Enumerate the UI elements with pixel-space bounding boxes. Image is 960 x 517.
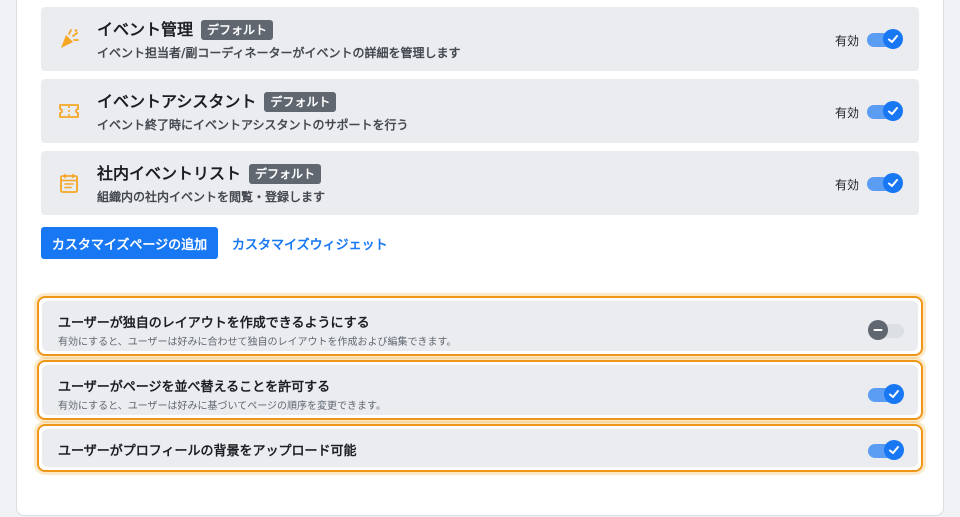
setting-reorder-pages: ユーザーがページを並べ替えることを許可する 有効にすると、ユーザーは好みに基づい… bbox=[37, 360, 923, 420]
reorder-pages-toggle[interactable] bbox=[868, 383, 904, 405]
app-title: イベントアシスタント bbox=[97, 92, 257, 111]
setting-title: ユーザーがプロフィールの背景をアップロード可能 bbox=[58, 444, 357, 459]
ticket-icon bbox=[58, 100, 80, 122]
app-enabled-toggle[interactable] bbox=[867, 28, 903, 50]
setting-title: ユーザーがページを並べ替えることを許可する bbox=[58, 380, 331, 395]
app-description: イベント終了時にイベントアシスタントのサポートを行う bbox=[97, 118, 409, 132]
setting-custom-layout: ユーザーが独自のレイアウトを作成できるようにする 有効にすると、ユーザーは好みに… bbox=[37, 296, 923, 356]
checkmark-icon bbox=[883, 101, 903, 121]
add-custom-page-button[interactable]: カスタマイズページの追加 bbox=[41, 227, 218, 259]
setting-description: 有効にすると、ユーザーは好みに基づいてページの順序を変更できます。 bbox=[58, 401, 386, 412]
app-title: イベント管理 bbox=[97, 20, 194, 39]
minus-icon bbox=[868, 320, 888, 340]
default-badge: デフォルト bbox=[201, 20, 274, 40]
status-label: 有効 bbox=[834, 106, 859, 120]
status-label: 有効 bbox=[834, 34, 859, 48]
setting-card: ユーザーがプロフィールの背景をアップロード可能 bbox=[42, 429, 918, 467]
status-label: 有効 bbox=[834, 178, 859, 192]
setting-title: ユーザーが独自のレイアウトを作成できるようにする bbox=[58, 316, 370, 331]
checkmark-icon bbox=[884, 440, 904, 460]
app-description: 組織内の社内イベントを閲覧・登録します bbox=[97, 190, 326, 204]
default-badge: デフォルト bbox=[264, 92, 337, 112]
checkmark-icon bbox=[883, 173, 903, 193]
customize-widget-link[interactable]: カスタマイズウィジェット bbox=[232, 227, 388, 259]
app-description: イベント担当者/副コーディネーターがイベントの詳細を管理します bbox=[97, 46, 461, 60]
app-enabled-toggle[interactable] bbox=[867, 172, 903, 194]
checkmark-icon bbox=[884, 384, 904, 404]
party-popper-icon bbox=[58, 28, 80, 50]
app-row-event-management: イベント管理 デフォルト イベント担当者/副コーディネーターがイベントの詳細を管… bbox=[41, 7, 919, 71]
checkmark-icon bbox=[883, 29, 903, 49]
app-row-internal-event-list: 社内イベントリスト デフォルト 組織内の社内イベントを閲覧・登録します 有効 bbox=[41, 151, 919, 215]
app-enabled-toggle[interactable] bbox=[867, 100, 903, 122]
setting-card: ユーザーが独自のレイアウトを作成できるようにする 有効にすると、ユーザーは好みに… bbox=[42, 301, 918, 351]
profile-background-toggle[interactable] bbox=[868, 439, 904, 461]
custom-layout-toggle[interactable] bbox=[868, 319, 904, 341]
setting-card: ユーザーがページを並べ替えることを許可する 有効にすると、ユーザーは好みに基づい… bbox=[42, 365, 918, 415]
default-badge: デフォルト bbox=[249, 164, 322, 184]
app-row-event-assistant: イベントアシスタント デフォルト イベント終了時にイベントアシスタントのサポート… bbox=[41, 79, 919, 143]
app-title: 社内イベントリスト bbox=[97, 164, 242, 183]
setting-description: 有効にすると、ユーザーは好みに合わせて独自のレイアウトを作成および編集できます。 bbox=[58, 337, 457, 348]
setting-profile-background: ユーザーがプロフィールの背景をアップロード可能 bbox=[37, 424, 923, 472]
calendar-list-icon bbox=[58, 172, 80, 194]
